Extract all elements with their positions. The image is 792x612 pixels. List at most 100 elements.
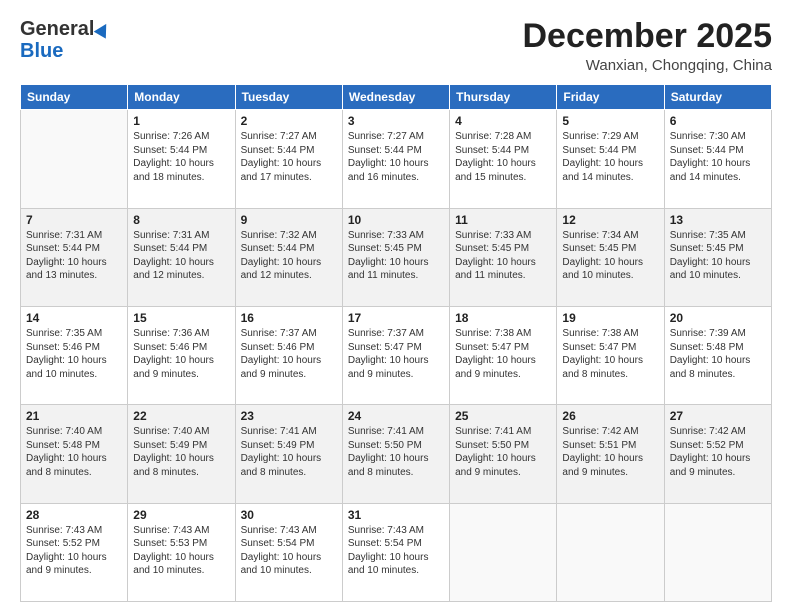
col-thursday: Thursday xyxy=(450,85,557,110)
table-row: 27Sunrise: 7:42 AMSunset: 5:52 PMDayligh… xyxy=(664,405,771,503)
day-info: Sunrise: 7:32 AMSunset: 5:44 PMDaylight:… xyxy=(241,229,337,283)
day-number: 6 xyxy=(670,114,766,128)
title-block: December 2025 Wanxian, Chongqing, China xyxy=(522,18,772,74)
day-number: 18 xyxy=(455,311,551,325)
logo: General Blue xyxy=(20,18,110,62)
day-number: 19 xyxy=(562,311,658,325)
table-row: 22Sunrise: 7:40 AMSunset: 5:49 PMDayligh… xyxy=(128,405,235,503)
day-number: 28 xyxy=(26,508,122,522)
logo-general: General xyxy=(20,18,94,40)
day-number: 24 xyxy=(348,409,444,423)
table-row: 30 Sunrise: 7:43 AMSunset: 5:54 PMDayligh… xyxy=(235,503,342,601)
table-row: 2 Sunrise: 7:27 AMSunset: 5:44 PMDaylight… xyxy=(235,110,342,208)
calendar-week-row: 7Sunrise: 7:31 AMSunset: 5:44 PMDaylight… xyxy=(21,208,772,306)
col-saturday: Saturday xyxy=(664,85,771,110)
day-info: Sunrise: 7:31 AMSunset: 5:44 PMDaylight:… xyxy=(133,229,229,283)
day-number: 30 xyxy=(241,508,337,522)
table-row: 14 Sunrise: 7:35 AMSunset: 5:46 PMDayligh… xyxy=(21,307,128,405)
calendar: Sunday Monday Tuesday Wednesday Thursday… xyxy=(20,84,772,602)
logo-blue-text: Blue xyxy=(20,40,63,62)
table-row: 29 Sunrise: 7:43 AMSunset: 5:53 PMDayligh… xyxy=(128,503,235,601)
page: General Blue December 2025 Wanxian, Chon… xyxy=(0,0,792,612)
table-row: 15 Sunrise: 7:36 AMSunset: 5:46 PMDayligh… xyxy=(128,307,235,405)
day-info: Sunrise: 7:35 AMSunset: 5:46 PMDaylight:… xyxy=(26,327,122,381)
table-row: 11 Sunrise: 7:33 AMSunset: 5:45 PMDayligh… xyxy=(450,208,557,306)
day-info: Sunrise: 7:38 AMSunset: 5:47 PMDaylight:… xyxy=(455,327,551,381)
col-monday: Monday xyxy=(128,85,235,110)
day-number: 23 xyxy=(241,409,337,423)
day-info: Sunrise: 7:35 AMSunset: 5:45 PMDaylight:… xyxy=(670,229,766,283)
day-info: Sunrise: 7:37 AMSunset: 5:46 PMDaylight:… xyxy=(241,327,337,381)
day-number: 21 xyxy=(26,409,122,423)
logo-blue: Blue xyxy=(20,40,63,62)
table-row: 25Sunrise: 7:41 AMSunset: 5:50 PMDayligh… xyxy=(450,405,557,503)
table-row: 6 Sunrise: 7:30 AMSunset: 5:44 PMDaylight… xyxy=(664,110,771,208)
day-number: 15 xyxy=(133,311,229,325)
day-number: 2 xyxy=(241,114,337,128)
day-number: 11 xyxy=(455,213,551,227)
col-wednesday: Wednesday xyxy=(342,85,449,110)
logo-triangle-icon xyxy=(94,20,113,38)
table-row xyxy=(557,503,664,601)
day-number: 29 xyxy=(133,508,229,522)
header: General Blue December 2025 Wanxian, Chon… xyxy=(20,18,772,74)
table-row: 17 Sunrise: 7:37 AMSunset: 5:47 PMDayligh… xyxy=(342,307,449,405)
day-info: Sunrise: 7:30 AMSunset: 5:44 PMDaylight:… xyxy=(670,130,766,184)
col-friday: Friday xyxy=(557,85,664,110)
day-number: 16 xyxy=(241,311,337,325)
col-tuesday: Tuesday xyxy=(235,85,342,110)
day-info: Sunrise: 7:43 AMSunset: 5:52 PMDaylight:… xyxy=(26,524,122,578)
table-row: 24 Sunrise: 7:41 AMSunset: 5:50 PMDayligh… xyxy=(342,405,449,503)
table-row: 3Sunrise: 7:27 AMSunset: 5:44 PMDaylight… xyxy=(342,110,449,208)
day-number: 26 xyxy=(562,409,658,423)
location: Wanxian, Chongqing, China xyxy=(522,57,772,74)
col-sunday: Sunday xyxy=(21,85,128,110)
day-info: Sunrise: 7:31 AMSunset: 5:44 PMDaylight:… xyxy=(26,229,122,283)
day-number: 14 xyxy=(26,311,122,325)
day-info: Sunrise: 7:28 AMSunset: 5:44 PMDaylight:… xyxy=(455,130,551,184)
day-number: 9 xyxy=(241,213,337,227)
table-row: 23 Sunrise: 7:41 AMSunset: 5:49 PMDayligh… xyxy=(235,405,342,503)
day-number: 22 xyxy=(133,409,229,423)
table-row: 21 Sunrise: 7:40 AMSunset: 5:48 PMDayligh… xyxy=(21,405,128,503)
calendar-header-row: Sunday Monday Tuesday Wednesday Thursday… xyxy=(21,85,772,110)
calendar-week-row: 21 Sunrise: 7:40 AMSunset: 5:48 PMDayligh… xyxy=(21,405,772,503)
day-info: Sunrise: 7:27 AMSunset: 5:44 PMDaylight:… xyxy=(348,130,444,184)
day-number: 10 xyxy=(348,213,444,227)
day-info: Sunrise: 7:42 AMSunset: 5:52 PMDaylight:… xyxy=(670,425,766,479)
day-number: 13 xyxy=(670,213,766,227)
table-row: 7Sunrise: 7:31 AMSunset: 5:44 PMDaylight… xyxy=(21,208,128,306)
day-info: Sunrise: 7:40 AMSunset: 5:48 PMDaylight:… xyxy=(26,425,122,479)
day-info: Sunrise: 7:33 AMSunset: 5:45 PMDaylight:… xyxy=(348,229,444,283)
month-year: December 2025 xyxy=(522,18,772,55)
day-info: Sunrise: 7:39 AMSunset: 5:48 PMDaylight:… xyxy=(670,327,766,381)
day-info: Sunrise: 7:43 AMSunset: 5:53 PMDaylight:… xyxy=(133,524,229,578)
table-row xyxy=(21,110,128,208)
table-row: 13 Sunrise: 7:35 AMSunset: 5:45 PMDayligh… xyxy=(664,208,771,306)
day-info: Sunrise: 7:33 AMSunset: 5:45 PMDaylight:… xyxy=(455,229,551,283)
table-row: 10 Sunrise: 7:33 AMSunset: 5:45 PMDayligh… xyxy=(342,208,449,306)
calendar-week-row: 28 Sunrise: 7:43 AMSunset: 5:52 PMDayligh… xyxy=(21,503,772,601)
day-info: Sunrise: 7:36 AMSunset: 5:46 PMDaylight:… xyxy=(133,327,229,381)
table-row: 1Sunrise: 7:26 AMSunset: 5:44 PMDaylight… xyxy=(128,110,235,208)
day-info: Sunrise: 7:41 AMSunset: 5:50 PMDaylight:… xyxy=(348,425,444,479)
table-row: 26 Sunrise: 7:42 AMSunset: 5:51 PMDayligh… xyxy=(557,405,664,503)
day-number: 20 xyxy=(670,311,766,325)
table-row: 9 Sunrise: 7:32 AMSunset: 5:44 PMDaylight… xyxy=(235,208,342,306)
table-row: 12Sunrise: 7:34 AMSunset: 5:45 PMDayligh… xyxy=(557,208,664,306)
day-number: 17 xyxy=(348,311,444,325)
day-info: Sunrise: 7:38 AMSunset: 5:47 PMDaylight:… xyxy=(562,327,658,381)
day-info: Sunrise: 7:37 AMSunset: 5:47 PMDaylight:… xyxy=(348,327,444,381)
day-info: Sunrise: 7:41 AMSunset: 5:49 PMDaylight:… xyxy=(241,425,337,479)
day-number: 4 xyxy=(455,114,551,128)
day-info: Sunrise: 7:41 AMSunset: 5:50 PMDaylight:… xyxy=(455,425,551,479)
day-info: Sunrise: 7:27 AMSunset: 5:44 PMDaylight:… xyxy=(241,130,337,184)
table-row: 20 Sunrise: 7:39 AMSunset: 5:48 PMDayligh… xyxy=(664,307,771,405)
table-row: 28 Sunrise: 7:43 AMSunset: 5:52 PMDayligh… xyxy=(21,503,128,601)
day-number: 12 xyxy=(562,213,658,227)
table-row: 4 Sunrise: 7:28 AMSunset: 5:44 PMDaylight… xyxy=(450,110,557,208)
day-info: Sunrise: 7:43 AMSunset: 5:54 PMDaylight:… xyxy=(241,524,337,578)
table-row: 8Sunrise: 7:31 AMSunset: 5:44 PMDaylight… xyxy=(128,208,235,306)
day-info: Sunrise: 7:42 AMSunset: 5:51 PMDaylight:… xyxy=(562,425,658,479)
table-row: 5Sunrise: 7:29 AMSunset: 5:44 PMDaylight… xyxy=(557,110,664,208)
